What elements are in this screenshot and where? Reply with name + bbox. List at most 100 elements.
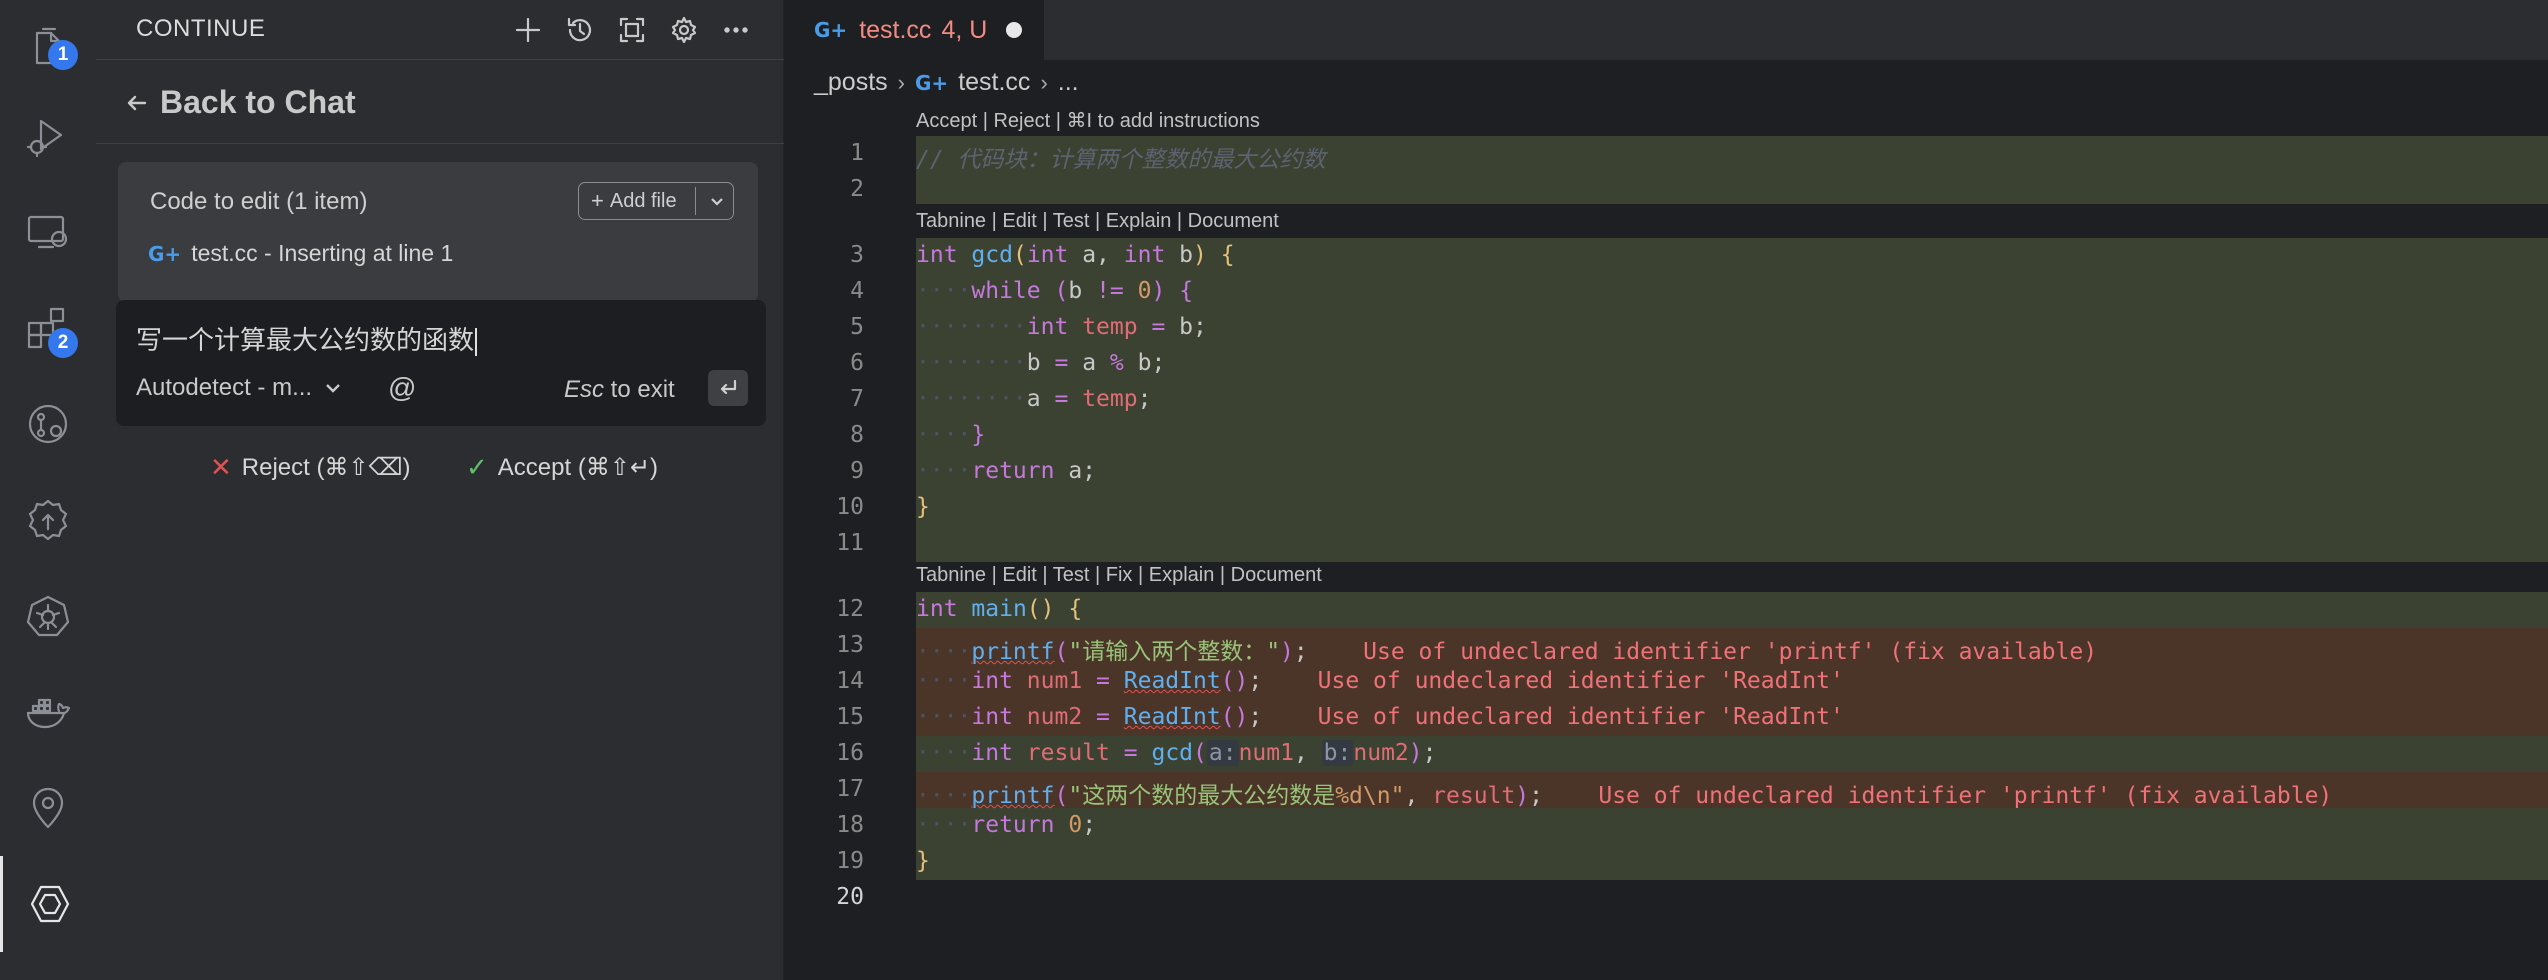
cpp-file-icon: G+ bbox=[915, 70, 949, 95]
explorer-badge: 1 bbox=[48, 40, 78, 70]
instruction-value[interactable]: 写一个计算最大公约数的函数 bbox=[136, 325, 474, 355]
close-icon: ✕ bbox=[210, 452, 232, 482]
code-line-9[interactable]: ····return a; bbox=[916, 458, 1096, 484]
check-icon: ✓ bbox=[466, 452, 488, 482]
add-file-button[interactable]: + Add file bbox=[578, 182, 734, 220]
tab-test-cc[interactable]: G+ test.cc 4, U bbox=[784, 0, 1044, 60]
settings-cloud-icon[interactable] bbox=[0, 472, 96, 568]
code-string: "这两个数的最大公约数是 bbox=[1068, 783, 1336, 809]
breadcrumb-folder[interactable]: _posts bbox=[814, 68, 888, 97]
line-number: 13 bbox=[836, 632, 864, 658]
line-number: 9 bbox=[850, 458, 864, 484]
line-number: 7 bbox=[850, 386, 864, 412]
code-line-15[interactable]: ····int num2 = ReadInt(); Use of undecla… bbox=[916, 704, 1844, 730]
code-line-18[interactable]: ····return 0; bbox=[916, 812, 1096, 838]
more-icon[interactable] bbox=[714, 8, 758, 52]
reject-button[interactable]: ✕ Reject (⌘⇧⌫) bbox=[210, 452, 411, 483]
line-number: 19 bbox=[836, 848, 864, 874]
breadcrumb-ellipsis[interactable]: ... bbox=[1058, 68, 1079, 97]
code-editor: G+ test.cc 4, U _posts › G+ test.cc › ..… bbox=[784, 0, 2548, 980]
diagnostic-message: Use of undeclared identifier 'ReadInt' bbox=[1317, 668, 1844, 694]
activity-bar: 1 2 bbox=[0, 0, 96, 980]
code-line-13[interactable]: ····printf("请输入两个整数："); Use of undeclare… bbox=[916, 632, 2097, 666]
line-number: 3 bbox=[850, 242, 864, 268]
code-line-8[interactable]: ····} bbox=[916, 422, 985, 448]
chevron-down-icon bbox=[326, 384, 340, 393]
chevron-right-icon: › bbox=[897, 69, 905, 95]
code-line-14[interactable]: ····int num1 = ReadInt(); Use of undecla… bbox=[916, 668, 1844, 694]
mention-button[interactable]: @ bbox=[388, 372, 416, 404]
cpp-file-icon: G+ bbox=[148, 241, 182, 266]
breadcrumb-file[interactable]: test.cc bbox=[958, 68, 1030, 97]
tab-name: test.cc bbox=[859, 15, 932, 44]
line-number: 11 bbox=[836, 530, 864, 556]
line-number: 6 bbox=[850, 350, 864, 376]
code-line-7[interactable]: ········a = temp; bbox=[916, 386, 1151, 412]
plus-icon[interactable] bbox=[506, 8, 550, 52]
extensions-badge: 2 bbox=[48, 328, 78, 358]
codelens-accept-reject[interactable]: Accept | Reject | ⌘I to add instructions bbox=[916, 108, 1260, 133]
run-debug-icon[interactable] bbox=[0, 88, 96, 184]
line-number: 12 bbox=[836, 596, 864, 622]
model-select[interactable]: Autodetect - m... bbox=[136, 374, 342, 402]
plus-icon: + bbox=[591, 188, 604, 213]
reject-label: Reject (⌘⇧⌫) bbox=[241, 454, 411, 481]
codelens-main[interactable]: Tabnine | Edit | Test | Fix | Explain | … bbox=[916, 564, 1322, 587]
code-comment: // 代码块：计算两个整数的最大公约数 bbox=[916, 147, 1326, 173]
gitlens-icon[interactable] bbox=[0, 760, 96, 856]
model-select-value[interactable]: Autodetect - m... bbox=[136, 374, 312, 402]
esc-hint-suffix: to exit bbox=[604, 376, 675, 403]
code-line-16[interactable]: ····int result = gcd(a:num1, b:num2); bbox=[916, 740, 1436, 766]
code-line-19[interactable]: } bbox=[916, 848, 930, 874]
line-number: 20 bbox=[836, 884, 864, 910]
line-number: 5 bbox=[850, 314, 864, 340]
divider bbox=[695, 187, 696, 215]
code-line-1[interactable]: // 代码块：计算两个整数的最大公约数 bbox=[916, 140, 1326, 174]
codelens-gcd[interactable]: Tabnine | Edit | Test | Explain | Docume… bbox=[916, 210, 1279, 233]
submit-button[interactable] bbox=[708, 370, 748, 406]
line-number: 1 bbox=[850, 140, 864, 166]
unsaved-dot-icon[interactable] bbox=[1006, 22, 1022, 38]
history-icon[interactable] bbox=[558, 8, 602, 52]
esc-to-exit-hint: Esc to exit bbox=[564, 376, 675, 404]
chevron-down-icon[interactable] bbox=[701, 183, 733, 219]
continue-icon[interactable] bbox=[0, 856, 96, 952]
code-line-3[interactable]: int gcd(int a, int b) { bbox=[916, 242, 1235, 268]
diagnostic-message: Use of undeclared identifier 'ReadInt' bbox=[1317, 704, 1844, 730]
explorer-icon[interactable]: 1 bbox=[0, 0, 96, 96]
remote-explorer-icon[interactable] bbox=[0, 184, 96, 280]
code-line-5[interactable]: ········int temp = b; bbox=[916, 314, 1207, 340]
code-line-17[interactable]: ····printf("这两个数的最大公约数是%d\n", result); U… bbox=[916, 776, 2332, 810]
back-to-chat-row[interactable]: Back to Chat bbox=[96, 62, 784, 144]
code-line-10[interactable]: } bbox=[916, 494, 930, 520]
code-line-6[interactable]: ········b = a % b; bbox=[916, 350, 1165, 376]
line-number: 2 bbox=[850, 176, 864, 202]
edit-instruction-input[interactable]: 写一个计算最大公约数的函数 Autodetect - m... @ Esc to… bbox=[116, 300, 766, 426]
code-line-4[interactable]: ····while (b != 0) { bbox=[916, 278, 1193, 304]
back-to-chat-label[interactable]: Back to Chat bbox=[160, 84, 356, 121]
instruction-text[interactable]: 写一个计算最大公约数的函数 bbox=[136, 320, 478, 357]
arrow-left-icon[interactable] bbox=[118, 84, 156, 122]
line-number: 4 bbox=[850, 278, 864, 304]
kubernetes-icon[interactable] bbox=[0, 568, 96, 664]
code-line-12[interactable]: int main() { bbox=[916, 596, 1082, 622]
gear-icon[interactable] bbox=[662, 8, 706, 52]
diagnostic-message: Use of undeclared identifier 'printf' (f… bbox=[1363, 639, 2098, 665]
accept-button[interactable]: ✓ Accept (⌘⇧↵) bbox=[466, 452, 658, 483]
cpp-file-icon: G+ bbox=[814, 18, 848, 42]
docker-icon[interactable] bbox=[0, 664, 96, 760]
extensions-icon[interactable]: 2 bbox=[0, 280, 96, 376]
line-number: 17 bbox=[836, 776, 864, 802]
accept-label: Accept (⌘⇧↵) bbox=[497, 454, 659, 481]
line-number: 14 bbox=[836, 668, 864, 694]
chevron-right-icon: › bbox=[1040, 69, 1048, 95]
tab-status: 4, U bbox=[941, 15, 988, 44]
line-number: 8 bbox=[850, 422, 864, 448]
code-item-test-cc[interactable]: G+ test.cc - Inserting at line 1 bbox=[148, 240, 453, 267]
text-caret bbox=[475, 328, 478, 357]
continue-side-panel: CONTINUE Back to Chat Code to edit (1 it… bbox=[96, 0, 784, 980]
source-control-icon[interactable] bbox=[0, 376, 96, 472]
fullscreen-icon[interactable] bbox=[610, 8, 654, 52]
code-item-label: test.cc - Inserting at line 1 bbox=[191, 240, 454, 266]
code-to-edit-box: Code to edit (1 item) + Add file G+ test… bbox=[118, 162, 758, 302]
